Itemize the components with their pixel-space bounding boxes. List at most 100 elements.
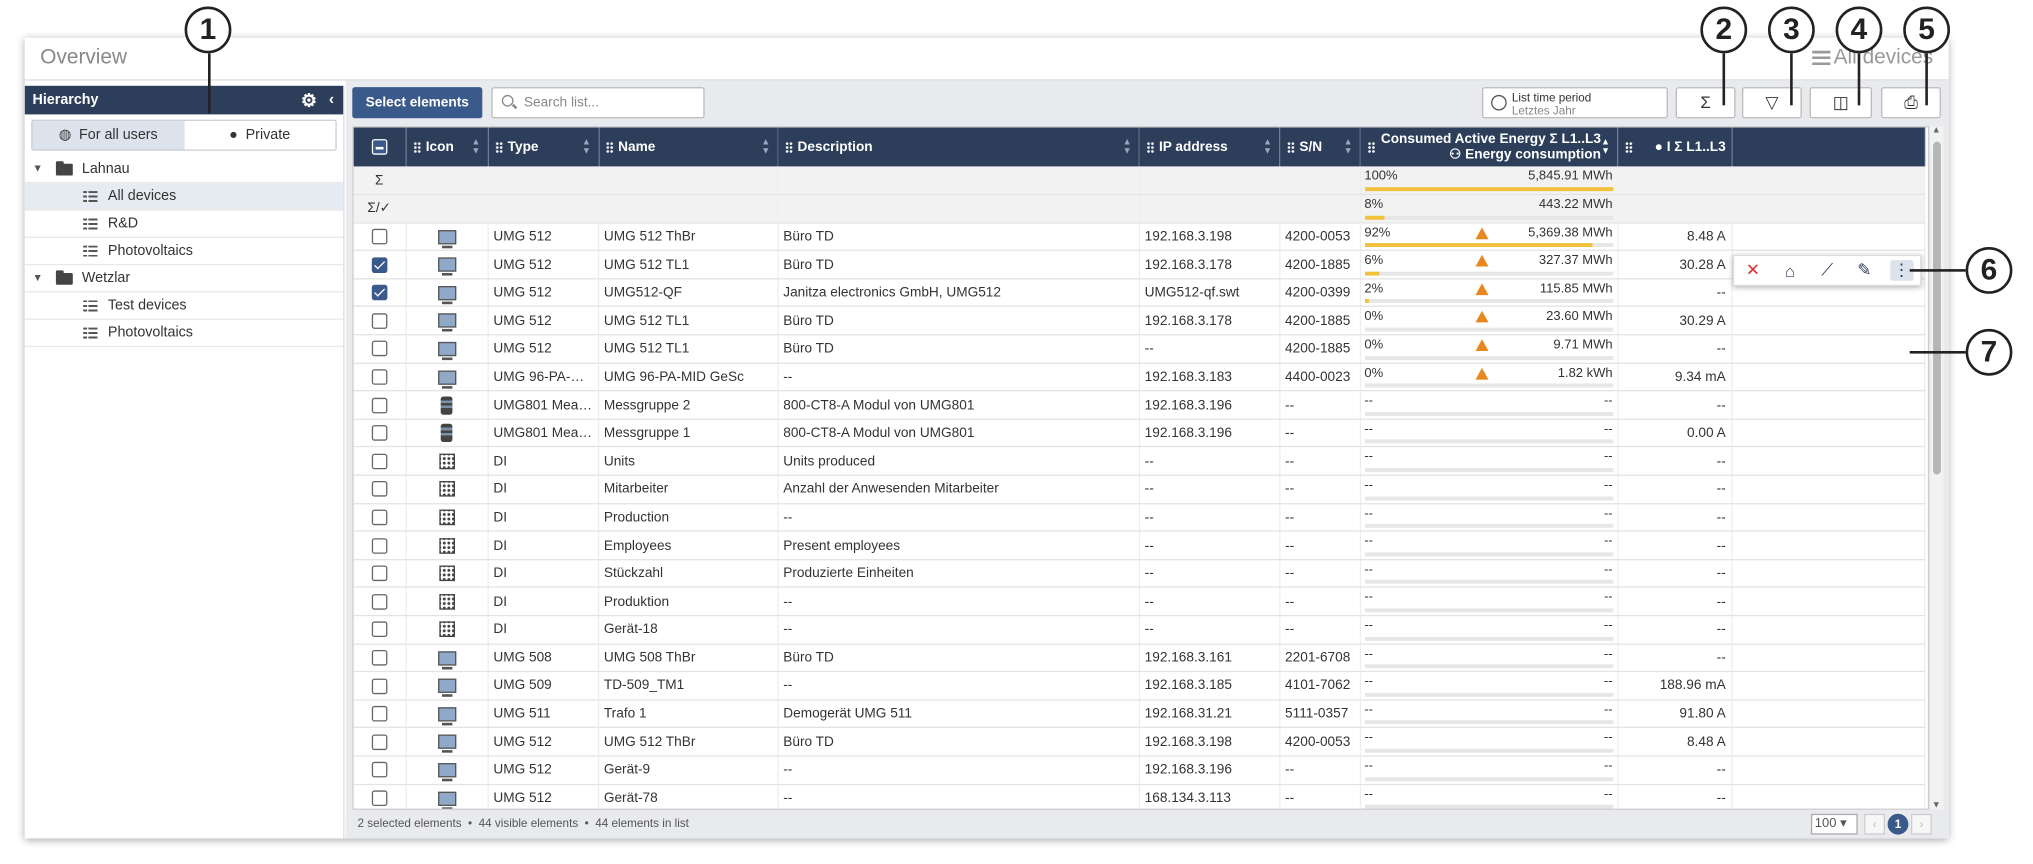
row-checkbox[interactable]	[371, 256, 388, 273]
tab-private[interactable]: ● Private	[184, 121, 335, 150]
table-row[interactable]: DI Stückzahl Produzierte Einheiten -- -- -- --…	[353, 559, 1925, 589]
table-row[interactable]: UMG 512 UMG 512 TL1 Büro TD 192.168.3.178 42…	[353, 250, 1925, 280]
drag-handle-icon[interactable]	[605, 141, 613, 154]
list-time-period-button[interactable]: List time period Letztes Jahr	[1482, 87, 1668, 119]
sort-icon[interactable]: ▲ ▼	[1601, 138, 1610, 156]
column-header-ip[interactable]: IP address ▲ ▼	[1138, 127, 1280, 167]
sum-button[interactable]: Σ	[1675, 87, 1736, 119]
prev-page-button[interactable]: ‹	[1864, 813, 1885, 835]
tree-list-item[interactable]: Photovoltaics	[24, 320, 344, 348]
table-row[interactable]: DI Gerät-18 -- -- -- -- -- --	[353, 615, 1925, 645]
sort-icon[interactable]: ▲ ▼	[1123, 138, 1132, 156]
row-checkbox[interactable]	[371, 565, 388, 582]
column-header-name[interactable]: Name ▲ ▼	[598, 127, 779, 167]
sort-icon[interactable]: ▲ ▼	[1344, 138, 1353, 156]
table-row[interactable]: DI Employees Present employees -- -- -- -- --	[353, 531, 1925, 561]
row-checkbox[interactable]	[371, 228, 388, 245]
export-button[interactable]: ⎙	[1881, 87, 1941, 119]
sort-icon[interactable]: ▲ ▼	[761, 138, 770, 156]
drag-handle-icon[interactable]	[494, 141, 503, 154]
table-row[interactable]: UMG 512 UMG512-QF Janitza electronics GmbH…	[353, 278, 1925, 308]
sort-icon[interactable]: ▲ ▼	[471, 138, 480, 156]
row-checkbox[interactable]	[371, 509, 388, 526]
column-header-current[interactable]: ● I Σ L1..L3	[1617, 127, 1733, 167]
row-checkbox[interactable]	[371, 313, 388, 329]
select-all-header[interactable]	[353, 127, 407, 167]
chart-icon[interactable]: ⟋	[1815, 260, 1838, 281]
drag-handle-icon[interactable]	[1624, 141, 1633, 154]
table-row[interactable]: DI Mitarbeiter Anzahl der Anwesenden Mitar…	[353, 475, 1925, 504]
table-row[interactable]: DI Produktion -- -- -- -- -- --	[353, 587, 1925, 617]
scroll-up-icon[interactable]: ▲	[1932, 126, 1941, 135]
filter-button[interactable]: ▽	[1741, 87, 1802, 119]
column-header-sn[interactable]: S/N ▲ ▼	[1279, 127, 1361, 167]
table-row[interactable]: UMG 511 Trafo 1 Demogerät UMG 511 192.168.3…	[353, 699, 1925, 729]
row-checkbox[interactable]	[371, 537, 388, 554]
tree-list-item[interactable]: R&D	[24, 211, 344, 238]
table-row[interactable]: UMG 512 UMG 512 TL1 Büro TD -- 4200-1885 0% 9.…	[353, 334, 1925, 364]
sort-icon[interactable]: ▲ ▼	[582, 138, 591, 156]
row-checkbox[interactable]	[371, 650, 388, 666]
column-header-icon[interactable]: Icon ▲ ▼	[405, 127, 489, 167]
table-row[interactable]: UMG 512 UMG 512 TL1 Büro TD 192.168.3.178 42…	[353, 306, 1925, 336]
table-row[interactable]: UMG 96-PA-MID UMG 96-PA-MID GeSc -- 192.168…	[353, 362, 1925, 392]
tree-list-item[interactable]: All devices	[24, 183, 344, 211]
collapse-chevron-icon[interactable]: ‹	[329, 90, 334, 108]
tree-folder[interactable]: ▼ Lahnau	[24, 156, 344, 184]
search-input[interactable]: Search list...	[491, 87, 705, 119]
expand-caret-icon[interactable]: ▼	[33, 156, 43, 182]
row-checkbox[interactable]	[371, 678, 388, 694]
table-row[interactable]: UMG801 Meas... Messgruppe 2 800-CT8-A Modu…	[353, 390, 1925, 420]
table-row[interactable]: UMG801 Meas... Messgruppe 1 800-CT8-A Modu…	[353, 419, 1925, 448]
row-checkbox[interactable]	[371, 762, 388, 778]
delete-icon[interactable]: ✕	[1741, 260, 1764, 281]
tree-list-item[interactable]: Photovoltaics	[24, 238, 344, 266]
drag-handle-icon[interactable]	[1286, 141, 1295, 154]
row-checkbox[interactable]	[371, 397, 388, 413]
table-row[interactable]: UMG 509 TD-509_TM1 -- 192.168.3.185 4101-706…	[353, 671, 1925, 701]
drag-handle-icon[interactable]	[1366, 141, 1375, 154]
row-checkbox[interactable]	[371, 453, 388, 470]
row-checkbox[interactable]	[371, 593, 388, 610]
table-row[interactable]: UMG 508 UMG 508 ThBr Büro TD 192.168.3.161 2…	[353, 643, 1925, 673]
expand-caret-icon[interactable]: ▼	[33, 265, 43, 291]
column-header-energy[interactable]: Consumed Active Energy Σ L1..L3 ⚇ Energy …	[1359, 127, 1618, 167]
columns-button[interactable]: ◫	[1809, 87, 1872, 119]
page-size-select[interactable]: 100 ▾	[1810, 813, 1858, 835]
tab-for-all-users[interactable]: ◍ For all users	[32, 120, 184, 150]
row-checkbox[interactable]	[371, 706, 388, 722]
scrollbar-thumb[interactable]	[1933, 141, 1941, 475]
scroll-down-icon[interactable]: ▼	[1932, 801, 1941, 810]
tree-list-item[interactable]: Test devices	[24, 293, 344, 320]
row-checkbox[interactable]	[371, 481, 388, 498]
tree-folder[interactable]: ▼ Wetzlar	[24, 265, 344, 293]
next-page-button[interactable]: ›	[1910, 813, 1932, 835]
table-row[interactable]: DI Units Units produced -- -- -- -- --	[353, 447, 1925, 476]
row-checkbox[interactable]	[371, 734, 388, 750]
row-checkbox[interactable]	[371, 341, 388, 357]
select-elements-button[interactable]: Select elements	[352, 87, 483, 119]
row-checkbox[interactable]	[371, 621, 388, 638]
drag-handle-icon[interactable]	[784, 141, 793, 154]
drag-handle-icon[interactable]	[1145, 141, 1154, 154]
row-checkbox[interactable]	[371, 790, 388, 806]
gear-icon[interactable]: ⚙	[301, 90, 317, 112]
sort-icon[interactable]: ▲ ▼	[1263, 138, 1272, 156]
table-row[interactable]: UMG 512 UMG 512 ThBr Büro TD 192.168.3.198 4…	[353, 222, 1925, 252]
list-icon	[83, 327, 98, 340]
table-scrollbar[interactable]: ▲ ▼	[1930, 126, 1944, 810]
current-page-button[interactable]: 1	[1887, 813, 1909, 835]
wrench-icon[interactable]: ✎	[1853, 260, 1876, 281]
select-all-checkbox[interactable]	[371, 139, 388, 155]
column-header-description[interactable]: Description ▲ ▼	[777, 127, 1140, 167]
row-checkbox[interactable]	[371, 369, 388, 385]
table-row[interactable]: UMG 512 Gerät-78 -- 168.134.3.113 -- -- -- --	[353, 783, 1925, 809]
table-row[interactable]: UMG 512 Gerät-9 -- 192.168.3.196 -- -- -- --	[353, 755, 1925, 785]
table-row[interactable]: DI Production -- -- -- -- -- --	[353, 503, 1925, 532]
table-row[interactable]: UMG 512 UMG 512 ThBr Büro TD 192.168.3.198 4…	[353, 727, 1925, 757]
drag-handle-icon[interactable]	[412, 141, 421, 154]
row-checkbox[interactable]	[371, 425, 388, 442]
home-icon[interactable]: ⌂	[1778, 261, 1801, 281]
row-checkbox[interactable]	[371, 285, 388, 301]
column-header-type[interactable]: Type ▲ ▼	[487, 127, 599, 167]
